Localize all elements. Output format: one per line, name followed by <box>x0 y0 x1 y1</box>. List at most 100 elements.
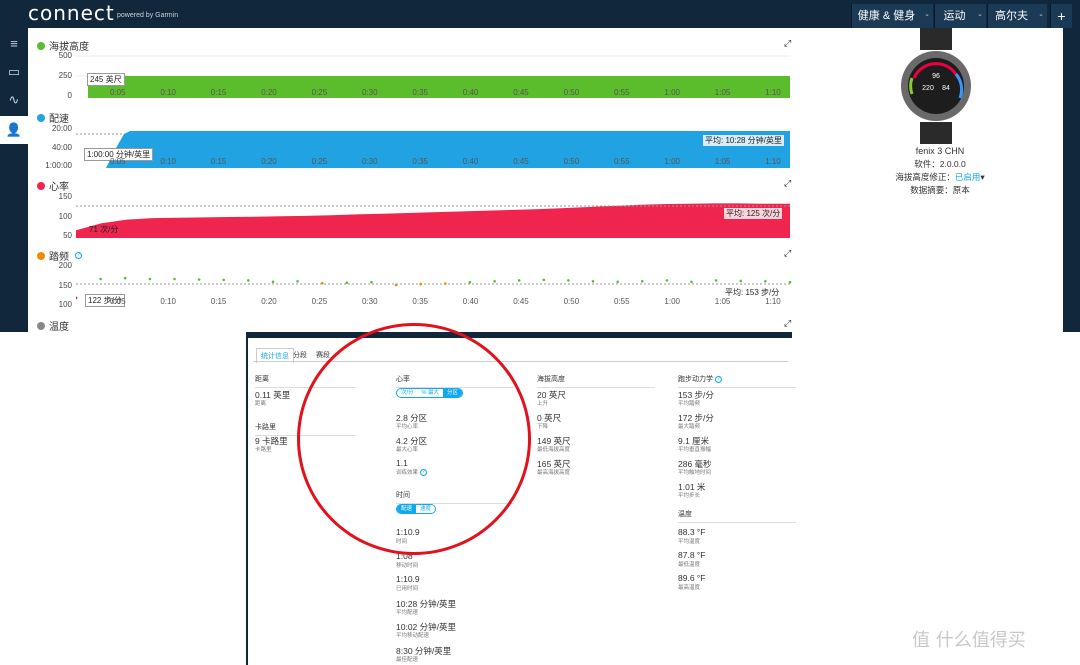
x-tick: 0:20 <box>261 157 277 166</box>
stat-label: 已用时间 <box>396 586 419 592</box>
logo-subtitle: powered by Garmin <box>117 12 179 19</box>
stat-label: 最低海拔高度 <box>537 447 571 453</box>
cadence-point <box>493 280 496 283</box>
cadence-point <box>665 279 669 282</box>
cadence-point <box>444 282 447 285</box>
data-summary: 数据摘要：原本 <box>910 185 970 195</box>
cadence-point <box>517 279 521 282</box>
calories-label: 卡路里 <box>255 447 272 453</box>
x-tick: 0:20 <box>261 297 277 306</box>
cadence-point <box>247 279 250 282</box>
temperature-chart-title: 温度 <box>37 318 69 333</box>
cadence-point <box>320 281 324 285</box>
profile-icon[interactable]: 👤 <box>0 116 28 144</box>
x-tick: 0:35 <box>412 88 428 97</box>
cadence-point <box>76 296 78 300</box>
x-tick: 0:55 <box>614 88 630 97</box>
heartrate-value-label: 71 次/分 <box>89 225 119 234</box>
right-scroll-strip <box>1063 28 1080 332</box>
x-tick: 0:05 <box>110 297 126 306</box>
y-tick: 0 <box>67 91 72 100</box>
x-tick: 1:00 <box>664 297 680 306</box>
stat-label: 平均垂直振幅 <box>678 447 712 453</box>
y-tick: 150 <box>58 192 72 201</box>
distance-label: 距离 <box>255 401 267 407</box>
dropdown-icon[interactable]: ▾ <box>980 172 984 182</box>
cadence-point <box>296 280 299 283</box>
pace-chart-title: 配速 <box>37 110 69 125</box>
nav-sports-dropdown-icon[interactable]: - <box>974 4 986 28</box>
dynamics-section-title: 跑步动力学? <box>678 374 796 388</box>
temp-section-title: 温度 <box>678 509 796 523</box>
nav-golf-dropdown-icon[interactable]: - <box>1035 4 1047 28</box>
x-tick: 0:25 <box>311 157 328 166</box>
connect-logo[interactable]: connect <box>28 1 115 25</box>
inbox-icon[interactable]: ▭ <box>0 58 28 86</box>
cadence-point <box>419 282 423 286</box>
stat-label: 上升 <box>537 401 549 407</box>
cadence-point <box>222 278 225 282</box>
info-icon[interactable]: ? <box>715 375 722 383</box>
x-tick: 0:10 <box>160 157 176 166</box>
y-tick: 100 <box>58 300 72 309</box>
x-tick: 0:35 <box>412 297 428 306</box>
watch-screen-value: 84 <box>942 85 950 92</box>
left-sidebar: ≡ ▭ ∿ 👤 <box>0 28 28 332</box>
x-tick: 0:50 <box>563 88 580 97</box>
x-tick: 1:10 <box>765 297 781 306</box>
expand-icon[interactable]: ⤢ <box>784 248 791 259</box>
y-tick: 1:00:00 <box>45 161 72 170</box>
x-tick: 0:40 <box>462 88 479 97</box>
x-tick: 0:45 <box>513 297 529 306</box>
x-tick: 1:10 <box>765 88 781 97</box>
nav-sports[interactable]: 运动 <box>934 4 974 28</box>
cadence-chart[interactable] <box>76 262 792 308</box>
x-tick: 0:15 <box>210 297 227 306</box>
cadence-point <box>197 278 201 281</box>
expand-icon[interactable]: ⤢ <box>784 318 791 329</box>
device-name: fenix 3 CHN <box>915 146 965 156</box>
x-tick: 1:00 <box>664 157 680 166</box>
stat-label: 移动时间 <box>396 562 419 569</box>
stat-label: 最大踏频 <box>678 424 701 430</box>
pace-dot-icon <box>37 113 45 122</box>
stat-value: 87.8 °F <box>678 550 706 561</box>
elevation-section-title: 海拔高度 <box>537 374 655 388</box>
cadence-point <box>468 280 472 284</box>
nav-health-fitness[interactable]: 健康 & 健身 <box>851 4 921 28</box>
elevation-correction-link[interactable]: 已启用 <box>955 172 981 182</box>
nav-health-dropdown-icon[interactable]: - <box>921 4 933 28</box>
expand-icon[interactable]: ⤢ <box>784 38 791 49</box>
tab-splits[interactable]: 分段 <box>293 350 307 360</box>
stat-label: 最高温度 <box>678 585 701 592</box>
menu-icon[interactable]: ≡ <box>0 30 28 58</box>
add-button[interactable]: + <box>1050 4 1072 28</box>
x-tick: 0:45 <box>513 157 529 166</box>
cadence-point <box>739 279 743 283</box>
y-tick: 250 <box>58 71 72 80</box>
watch-screen-value: 220 <box>922 85 934 92</box>
expand-icon[interactable]: ⤢ <box>784 178 791 189</box>
stat-label: 平均移动配速 <box>396 633 430 639</box>
x-tick: 0:10 <box>160 88 176 97</box>
nav-golf[interactable]: 高尔夫 <box>987 4 1035 28</box>
stat-label: 下降 <box>537 424 549 430</box>
elevation-chart[interactable] <box>76 52 792 102</box>
x-tick: 0:25 <box>311 297 328 306</box>
x-tick: 0:15 <box>210 88 227 97</box>
elevation-dot-icon <box>37 41 45 50</box>
cadence-point <box>714 279 718 282</box>
activity-icon[interactable]: ∿ <box>0 86 28 114</box>
y-tick: 50 <box>63 231 72 240</box>
cadence-point <box>345 281 349 284</box>
stat-label: 平均步长 <box>678 493 701 499</box>
info-icon[interactable]: ? <box>75 252 82 259</box>
stat-label: 最低温度 <box>678 562 701 569</box>
cadence-point <box>370 280 373 284</box>
pace-area <box>106 131 790 168</box>
x-tick: 0:40 <box>462 157 479 166</box>
cadence-point <box>394 283 398 287</box>
heartrate-chart[interactable] <box>76 192 792 238</box>
pace-chart[interactable] <box>76 124 792 170</box>
x-tick: 0:35 <box>412 157 428 166</box>
